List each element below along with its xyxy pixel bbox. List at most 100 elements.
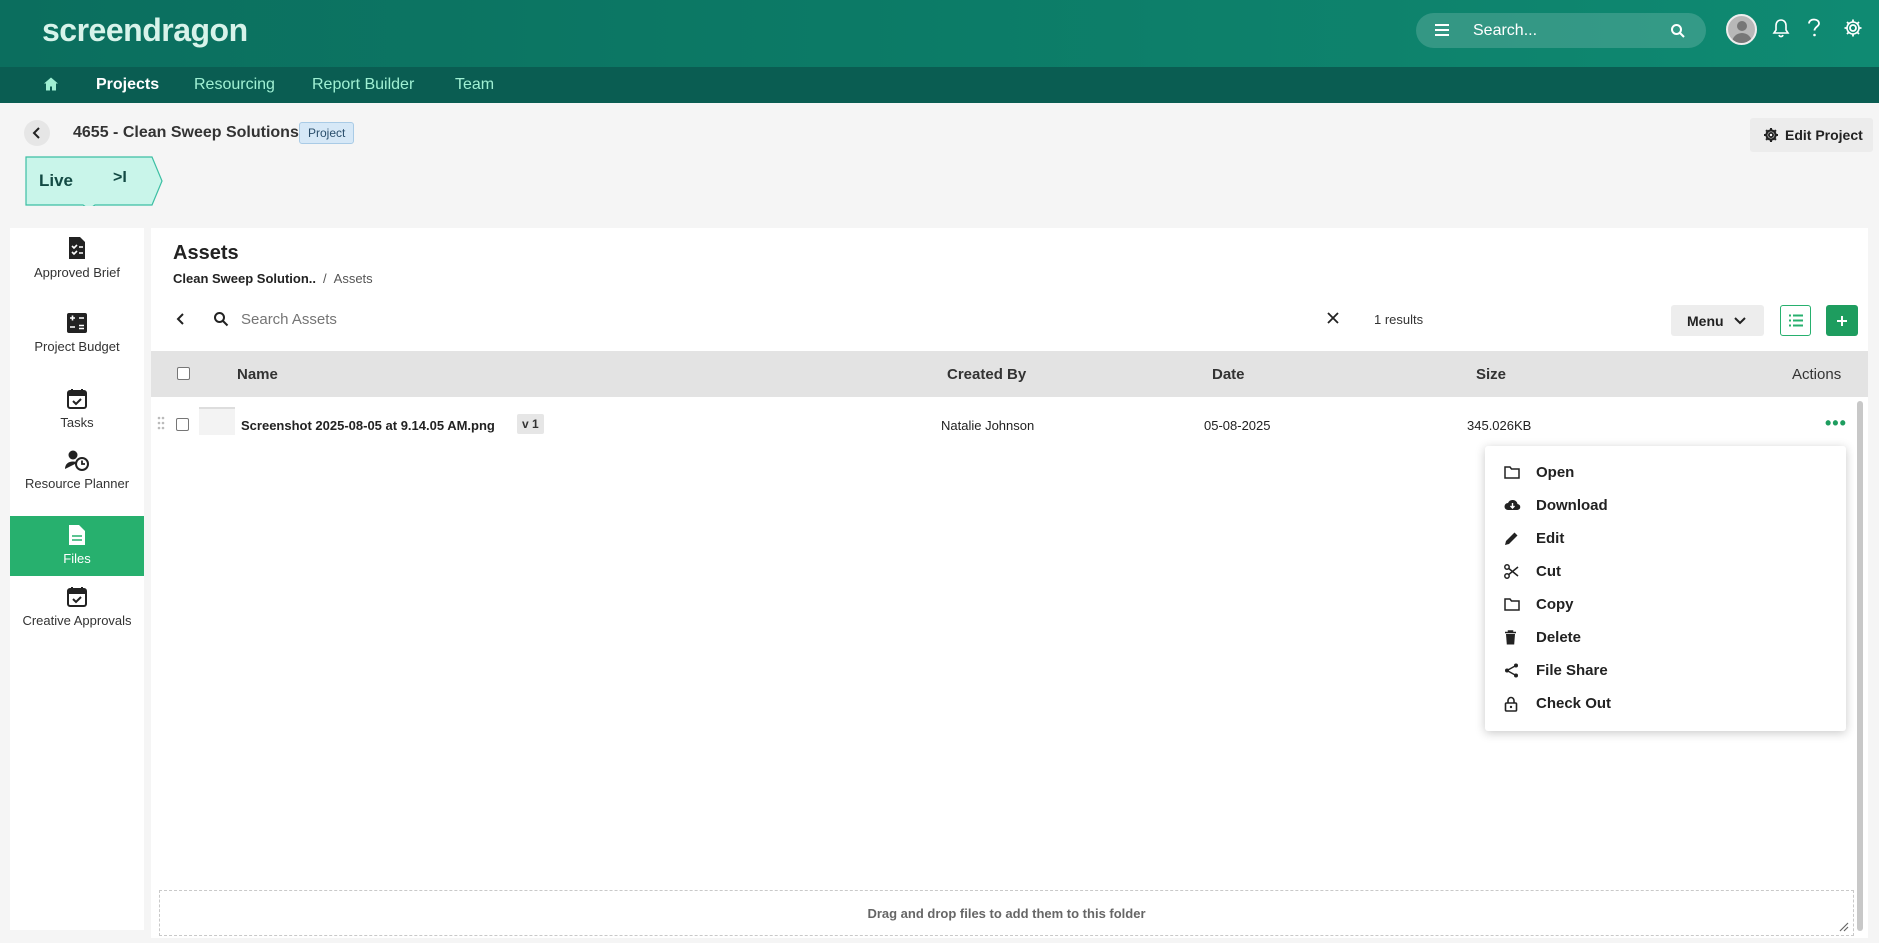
add-asset-button[interactable] [1826,305,1858,336]
menu-item-edit[interactable]: Edit [1485,524,1846,554]
column-header-actions: Actions [1792,366,1842,383]
menu-button-label: Menu [1687,312,1724,329]
date-cell: 05-08-2025 [1204,418,1271,433]
user-avatar[interactable] [1726,14,1757,45]
approved-brief-icon [69,237,85,259]
sidebar-item-label: Resource Planner [24,476,130,491]
sidebar-item-label: Tasks [60,415,94,430]
edit-project-button[interactable]: Edit Project [1750,118,1873,152]
bell-icon[interactable] [1772,18,1790,38]
project-title: 4655 - Clean Sweep Solutions [73,124,299,141]
file-thumbnail[interactable] [199,407,235,435]
menu-item-cut[interactable]: Cut [1485,557,1846,587]
app-logo[interactable]: screendragon [42,12,248,49]
column-header-created-by[interactable]: Created By [947,366,1026,383]
menu-item-open[interactable]: Open [1485,458,1846,488]
menu-item-label: Open [1536,464,1575,481]
menu-item-delete[interactable]: Delete [1485,623,1846,653]
edit-project-label: Edit Project [1785,127,1863,143]
sidebar-item-creative-approvals[interactable]: Creative Approvals [10,586,144,650]
chevron-left-icon [32,127,40,139]
menu-item-download[interactable]: Download [1485,491,1846,521]
sidebar-item-label: Files [63,551,91,566]
menu-item-label: Download [1536,497,1608,514]
hamburger-menu-icon[interactable] [1435,24,1449,36]
menu-item-check-out[interactable]: Check Out [1485,689,1846,719]
plus-icon [1837,315,1847,326]
menu-item-label: Cut [1536,563,1561,580]
menu-item-label: Edit [1536,530,1565,547]
project-sidebar: Approved Brief Project Budget Tasks Reso… [10,228,144,930]
calculator-icon [67,313,87,333]
chevron-left-icon[interactable] [176,312,186,326]
folder-icon [1504,466,1520,479]
table-header: Name Created By Date Size Actions [151,351,1868,397]
nav-report-builder[interactable]: Report Builder [312,76,414,94]
cloud-download-icon [1504,499,1521,511]
trash-icon [1505,630,1516,645]
sidebar-item-files[interactable]: Files [10,516,144,576]
select-all-checkbox[interactable] [177,367,190,380]
table-row[interactable]: Screenshot 2025-08-05 at 9.14.05 AM.png … [151,400,1868,448]
vertical-scrollbar[interactable] [1857,401,1863,931]
row-checkbox[interactable] [176,418,189,431]
list-view-icon [1788,314,1803,327]
nav-team[interactable]: Team [455,76,494,94]
file-icon [69,525,85,545]
status-stage-live[interactable]: Live >I [25,156,163,206]
close-icon[interactable] [1326,311,1340,325]
list-view-button[interactable] [1780,305,1811,336]
search-assets-input[interactable] [241,306,941,332]
sidebar-item-label: Creative Approvals [22,613,132,628]
breadcrumb-separator: / [323,271,327,286]
project-type-badge: Project [299,122,355,144]
file-name[interactable]: Screenshot 2025-08-05 at 9.14.05 AM.png [241,418,495,433]
row-actions-ellipsis-icon[interactable]: ••• [1825,413,1847,434]
sidebar-item-tasks[interactable]: Tasks [10,388,144,438]
menu-item-copy[interactable]: Copy [1485,590,1846,620]
back-button[interactable] [24,120,50,146]
drag-handle-icon[interactable] [157,416,165,430]
search-icon [214,312,229,327]
global-search[interactable]: Search... [1416,13,1706,48]
sidebar-item-project-budget[interactable]: Project Budget [10,312,144,374]
breadcrumb: Clean Sweep Solution.. / Assets [173,271,373,286]
gear-icon [1764,128,1778,142]
home-icon[interactable] [43,76,59,92]
nav-resourcing[interactable]: Resourcing [194,76,275,94]
results-count: 1 results [1374,312,1424,327]
file-dropzone[interactable]: Drag and drop files to add them to this … [159,890,1854,936]
gear-icon[interactable] [1843,18,1863,38]
row-actions-menu: Open Download Edit Cut Copy Delete File … [1485,446,1846,731]
search-icon[interactable] [1670,23,1686,39]
global-search-placeholder[interactable]: Search... [1473,22,1537,40]
menu-dropdown-button[interactable]: Menu [1671,305,1764,336]
lock-icon [1504,696,1518,712]
calendar-check-icon [67,587,87,607]
breadcrumb-item-project[interactable]: Clean Sweep Solution.. [173,271,316,286]
size-cell: 345.026KB [1467,418,1532,433]
version-badge: v 1 [517,414,544,434]
sidebar-item-label: Approved Brief [34,265,120,280]
breadcrumb-item-assets: Assets [333,271,373,286]
dropzone-label: Drag and drop files to add them to this … [867,905,1146,921]
column-header-date[interactable]: Date [1212,366,1245,383]
top-header: screendragon Search... [0,0,1879,67]
menu-item-file-share[interactable]: File Share [1485,656,1846,686]
column-header-name[interactable]: Name [237,366,278,383]
help-icon[interactable] [1807,18,1821,38]
chevron-down-icon [1733,316,1746,324]
sidebar-item-label: Project Budget [34,339,120,354]
pencil-icon [1505,532,1518,545]
folder-icon [1504,598,1520,611]
main-nav: Projects Resourcing Report Builder Team [0,67,1879,103]
nav-projects[interactable]: Projects [96,76,159,94]
resize-handle-icon[interactable] [1837,920,1849,932]
sidebar-item-approved-brief[interactable]: Approved Brief [10,236,144,298]
menu-item-label: Delete [1536,629,1582,646]
sidebar-item-resource-planner[interactable]: Resource Planner [10,449,144,513]
advance-status-icon[interactable]: >I [113,169,127,187]
status-label: Live [39,171,74,190]
column-header-size[interactable]: Size [1476,366,1506,383]
menu-item-label: File Share [1536,662,1608,679]
